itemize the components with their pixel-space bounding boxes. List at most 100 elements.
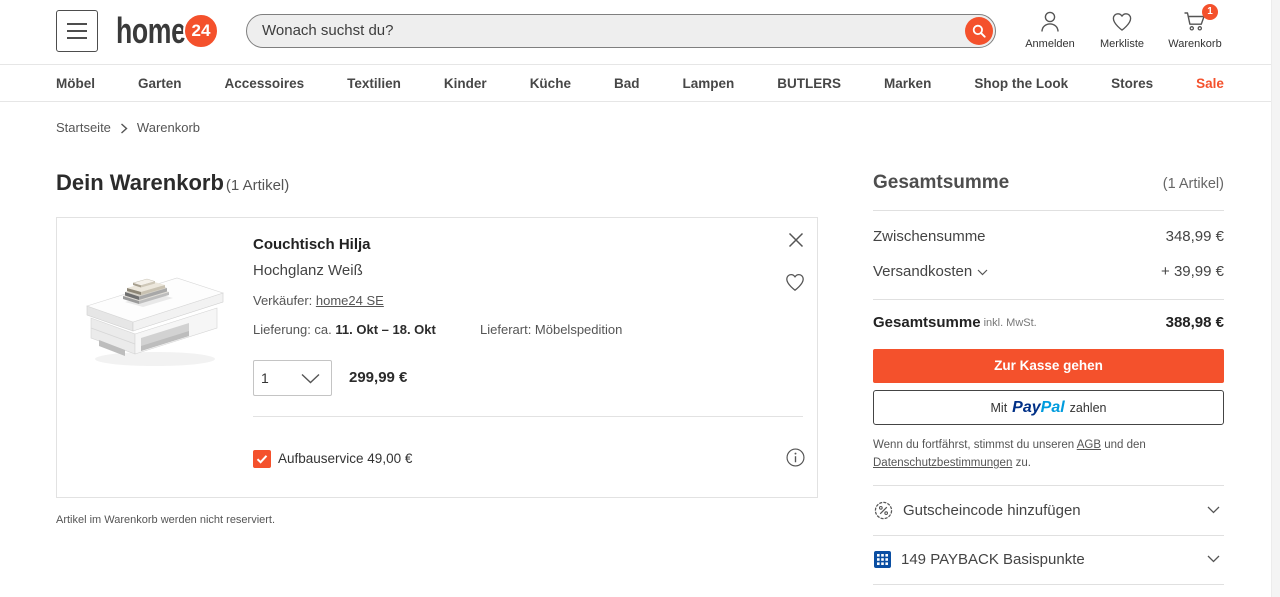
agb-link[interactable]: AGB xyxy=(1077,439,1101,451)
shipping-cost-label[interactable]: Versandkosten xyxy=(873,263,972,281)
search-placeholder: Wonach suchst du? xyxy=(262,22,394,39)
summary-title: Gesamtsumme xyxy=(873,172,1010,193)
paypal-logo-pay: Pay xyxy=(1012,398,1041,416)
paypal-prefix: Mit xyxy=(990,400,1008,415)
nav-item-bad[interactable]: Bad xyxy=(614,76,640,91)
product-variant: Hochglanz Weiß xyxy=(253,262,363,279)
summary-item-count: (1 Artikel) xyxy=(1162,176,1224,192)
divider xyxy=(873,299,1224,300)
product-image[interactable] xyxy=(85,262,225,377)
page-scrollbar[interactable] xyxy=(1271,0,1280,597)
service-info-button[interactable] xyxy=(786,448,805,467)
search-input[interactable]: Wonach suchst du? xyxy=(246,14,996,48)
hamburger-line xyxy=(67,30,87,32)
paypal-button[interactable]: Mit PayPal zahlen xyxy=(873,390,1224,425)
nav-item-accessoires[interactable]: Accessoires xyxy=(225,76,305,91)
nav-item-butlers[interactable]: BUTLERS xyxy=(777,76,841,91)
chevron-right-icon xyxy=(120,122,128,134)
chevron-down-icon xyxy=(301,373,320,384)
logo[interactable]: home xyxy=(116,13,186,49)
login-button[interactable]: Anmelden xyxy=(1018,9,1082,53)
wishlist-button[interactable]: Merkliste xyxy=(1090,9,1154,53)
delivery-estimate: Lieferung: ca. 11. Okt – 18. Okt xyxy=(253,322,436,338)
shipping-type: Lieferart: Möbelspedition xyxy=(480,322,623,337)
hamburger-menu-button[interactable] xyxy=(56,10,98,52)
nav-divider xyxy=(0,101,1272,102)
divider xyxy=(253,416,803,417)
assembly-service-checkbox[interactable] xyxy=(253,450,271,468)
page-title: Dein Warenkorb (1 Artikel) xyxy=(56,170,289,199)
divider xyxy=(873,584,1224,585)
paypal-suffix: zahlen xyxy=(1069,400,1107,415)
info-icon xyxy=(786,448,805,467)
total-row: Gesamtsumme inkl. MwSt. 388,98 € xyxy=(873,314,1224,332)
summary-header: Gesamtsumme (1 Artikel) xyxy=(873,171,1224,195)
legal-text: Wenn du fortfährst, stimmst du unseren xyxy=(873,439,1075,451)
heart-icon xyxy=(1112,13,1132,31)
seller-link[interactable]: home24 SE xyxy=(316,293,384,308)
cart-heading: Dein Warenkorb xyxy=(56,170,224,195)
delivery-label: Lieferung: ca. xyxy=(253,322,332,337)
breadcrumb-current: Warenkorb xyxy=(136,120,201,135)
chevron-down-icon xyxy=(1207,555,1220,563)
paypal-logo: PayPal xyxy=(1012,399,1064,417)
quantity-select[interactable]: 1 xyxy=(253,360,332,396)
checkout-button[interactable]: Zur Kasse gehen xyxy=(873,349,1224,383)
legal-text: und den xyxy=(1104,439,1146,451)
chevron-down-icon xyxy=(1207,506,1220,514)
quantity-value: 1 xyxy=(261,370,269,386)
total-value: 388,98 € xyxy=(1165,314,1224,331)
nav-item-shop-the-look[interactable]: Shop the Look xyxy=(974,76,1068,91)
payback-accordion[interactable]: 149 PAYBACK Basispunkte xyxy=(873,547,1224,571)
login-label: Anmelden xyxy=(1025,38,1075,50)
nav-item-kinder[interactable]: Kinder xyxy=(444,76,487,91)
subtotal-row: Zwischensumme 348,99 € xyxy=(873,228,1224,246)
payback-icon xyxy=(874,550,891,568)
user-icon xyxy=(1041,11,1059,32)
percent-badge-icon xyxy=(874,501,893,519)
search-button[interactable] xyxy=(965,17,993,45)
search-icon xyxy=(972,24,986,38)
nav-item-sale[interactable]: Sale xyxy=(1196,76,1224,91)
cart-item-card: Couchtisch Hilja Hochglanz Weiß Verkäufe… xyxy=(56,217,818,498)
product-price: 299,99 € xyxy=(349,369,408,386)
breadcrumb-home-link[interactable]: Startseite xyxy=(56,119,111,137)
cart-button[interactable]: Warenkorb xyxy=(1163,9,1227,53)
logo-badge[interactable]: 24 xyxy=(183,13,219,49)
assembly-service-label[interactable]: Aufbauservice 49,00 € xyxy=(278,450,412,468)
chevron-down-icon xyxy=(977,269,988,275)
cart-label: Warenkorb xyxy=(1168,38,1222,50)
shipping-cost-row[interactable]: Versandkosten + 39,99 € xyxy=(873,263,1224,281)
wishlist-label: Merkliste xyxy=(1099,38,1144,50)
close-icon xyxy=(788,232,804,248)
nav-item-garten[interactable]: Garten xyxy=(138,76,182,91)
divider xyxy=(873,535,1224,536)
reservation-notice: Artikel im Warenkorb werden nicht reserv… xyxy=(56,514,276,526)
hamburger-line xyxy=(67,37,87,39)
voucher-accordion[interactable]: Gutscheincode hinzufügen xyxy=(873,498,1224,522)
nav-item-kueche[interactable]: Küche xyxy=(530,76,571,91)
subtotal-value: 348,99 € xyxy=(1165,228,1224,245)
nav-item-lampen[interactable]: Lampen xyxy=(683,76,735,91)
nav-item-textilien[interactable]: Textilien xyxy=(347,76,401,91)
nav-item-stores[interactable]: Stores xyxy=(1111,76,1153,91)
product-seller: Verkäufer: home24 SE xyxy=(253,293,384,309)
cart-count-badge: 1 xyxy=(1202,4,1218,20)
remove-item-button[interactable] xyxy=(788,232,804,248)
vat-note: inkl. MwSt. xyxy=(983,317,1037,329)
nav-item-marken[interactable]: Marken xyxy=(884,76,931,91)
seller-label: Verkäufer: xyxy=(253,293,313,308)
legal-notice: Wenn du fortfährst, stimmst du unseren A… xyxy=(873,436,1224,472)
add-to-wishlist-button[interactable] xyxy=(784,271,806,292)
total-label: Gesamtsumme xyxy=(873,314,981,331)
heart-icon xyxy=(786,274,804,291)
product-name[interactable]: Couchtisch Hilja xyxy=(253,236,371,254)
divider xyxy=(873,210,1224,211)
payback-label: 149 PAYBACK Basispunkte xyxy=(901,550,1085,568)
nav-item-moebel[interactable]: Möbel xyxy=(56,76,95,91)
privacy-link[interactable]: Datenschutzbestimmungen xyxy=(873,457,1012,469)
legal-text: zu. xyxy=(1015,457,1031,469)
checkmark-icon xyxy=(256,455,268,464)
paypal-logo-pal: Pal xyxy=(1040,398,1065,416)
breadcrumb: Startseite Warenkorb xyxy=(56,119,200,137)
